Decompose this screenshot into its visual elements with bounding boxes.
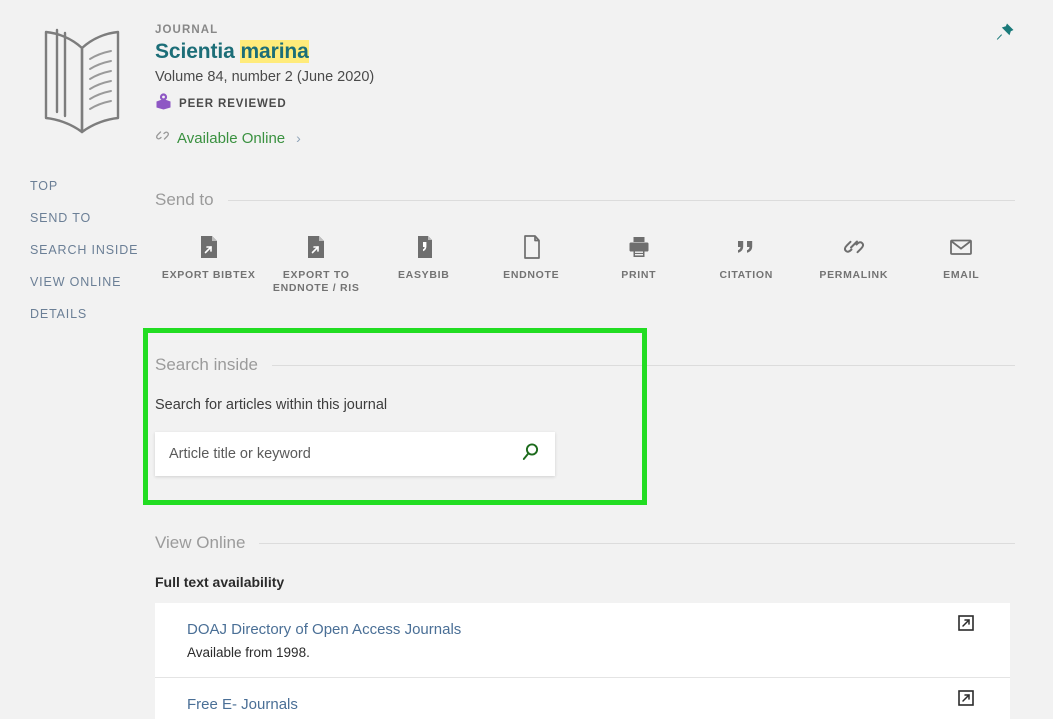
magnifier-icon[interactable]: [521, 442, 541, 467]
pushpin-icon[interactable]: [995, 22, 1015, 47]
send-to-header: Send to: [155, 190, 1015, 210]
search-inside-header: Search inside: [155, 355, 1015, 375]
open-book-icon: [30, 24, 134, 136]
sidebar-item-search-inside[interactable]: SEARCH INSIDE: [0, 234, 150, 266]
easybib-button[interactable]: EASYBIB: [370, 234, 478, 295]
search-input-wrapper[interactable]: [155, 432, 555, 476]
envelope-icon: [948, 234, 974, 260]
title-highlight: marina: [240, 40, 308, 63]
file-blank-icon: [518, 234, 544, 260]
permalink-label: PERMALINK: [819, 269, 888, 282]
search-inside-section: Search inside Search for articles within…: [155, 355, 1015, 476]
list-item[interactable]: Free E- Journals Available from 1989 vol…: [155, 678, 1010, 719]
file-export-icon: [196, 234, 222, 260]
view-online-header: View Online: [155, 533, 1015, 553]
print-button[interactable]: PRINT: [585, 234, 693, 295]
permalink-button[interactable]: PERMALINK: [800, 234, 908, 295]
page-title: Scientia marina: [155, 40, 374, 64]
chain-link-icon: [841, 234, 867, 260]
full-text-list: DOAJ Directory of Open Access Journals A…: [155, 603, 1010, 719]
view-online-section: View Online Full text availability DOAJ …: [155, 533, 1015, 719]
peer-reviewed-badge: PEER REVIEWED: [155, 93, 374, 115]
journal-record-page: JOURNAL Scientia marina Volume 84, numbe…: [0, 0, 1053, 719]
search-inside-title: Search inside: [155, 355, 258, 375]
sidebar-item-send-to[interactable]: SEND TO: [0, 202, 150, 234]
send-to-title: Send to: [155, 190, 214, 210]
main-content: Send to EXPORT BIBTEX: [155, 190, 1015, 719]
search-input[interactable]: [169, 446, 521, 462]
export-bibtex-button[interactable]: EXPORT BIBTEX: [155, 234, 263, 295]
link-icon: [155, 128, 170, 148]
sidebar-item-top[interactable]: TOP: [0, 170, 150, 202]
easybib-label: EASYBIB: [398, 269, 450, 282]
print-label: PRINT: [621, 269, 656, 282]
full-text-availability-label: Full text availability: [155, 574, 1015, 590]
divider: [272, 365, 1015, 366]
available-online-row[interactable]: Available Online ›: [155, 128, 374, 148]
availability-text: Available from 1998.: [187, 645, 988, 660]
send-to-actions: EXPORT BIBTEX EXPORT TO ENDNOTE / RIS: [155, 234, 1015, 295]
send-to-section: Send to EXPORT BIBTEX: [155, 190, 1015, 295]
chevron-right-icon: ›: [296, 130, 301, 146]
issue-subtitle: Volume 84, number 2 (June 2020): [155, 69, 374, 85]
title-plain: Scientia: [155, 40, 240, 63]
divider: [228, 200, 1015, 201]
email-label: EMAIL: [943, 269, 979, 282]
endnote-button[interactable]: ENDNOTE: [478, 234, 586, 295]
resource-link[interactable]: Free E- Journals: [187, 696, 988, 713]
peer-reviewed-badge-icon: [155, 93, 172, 115]
list-item[interactable]: DOAJ Directory of Open Access Journals A…: [155, 603, 1010, 678]
export-endnote-ris-button[interactable]: EXPORT TO ENDNOTE / RIS: [263, 234, 371, 295]
available-online-link[interactable]: Available Online: [177, 130, 285, 147]
export-bibtex-label: EXPORT BIBTEX: [162, 269, 256, 282]
quote-icon: [733, 234, 759, 260]
record-header: JOURNAL Scientia marina Volume 84, numbe…: [0, 0, 1053, 165]
divider: [259, 543, 1015, 544]
email-button[interactable]: EMAIL: [908, 234, 1016, 295]
printer-icon: [626, 234, 652, 260]
file-quote-icon: [411, 234, 437, 260]
record-header-text: JOURNAL Scientia marina Volume 84, numbe…: [155, 24, 374, 148]
external-link-icon[interactable]: [958, 690, 974, 711]
sidebar-item-details[interactable]: DETAILS: [0, 298, 150, 330]
resource-link[interactable]: DOAJ Directory of Open Access Journals: [187, 621, 988, 638]
section-nav-sidebar: TOP SEND TO SEARCH INSIDE VIEW ONLINE DE…: [0, 170, 150, 330]
citation-label: CITATION: [719, 269, 773, 282]
search-inside-description: Search for articles within this journal: [155, 397, 1015, 413]
export-endnote-ris-label: EXPORT TO ENDNOTE / RIS: [263, 269, 371, 295]
file-export-icon: [303, 234, 329, 260]
peer-reviewed-label: PEER REVIEWED: [179, 98, 287, 110]
sidebar-item-view-online[interactable]: VIEW ONLINE: [0, 266, 150, 298]
external-link-icon[interactable]: [958, 615, 974, 636]
citation-button[interactable]: CITATION: [693, 234, 801, 295]
view-online-title: View Online: [155, 533, 245, 553]
resource-type-label: JOURNAL: [155, 24, 374, 36]
endnote-label: ENDNOTE: [503, 269, 559, 282]
